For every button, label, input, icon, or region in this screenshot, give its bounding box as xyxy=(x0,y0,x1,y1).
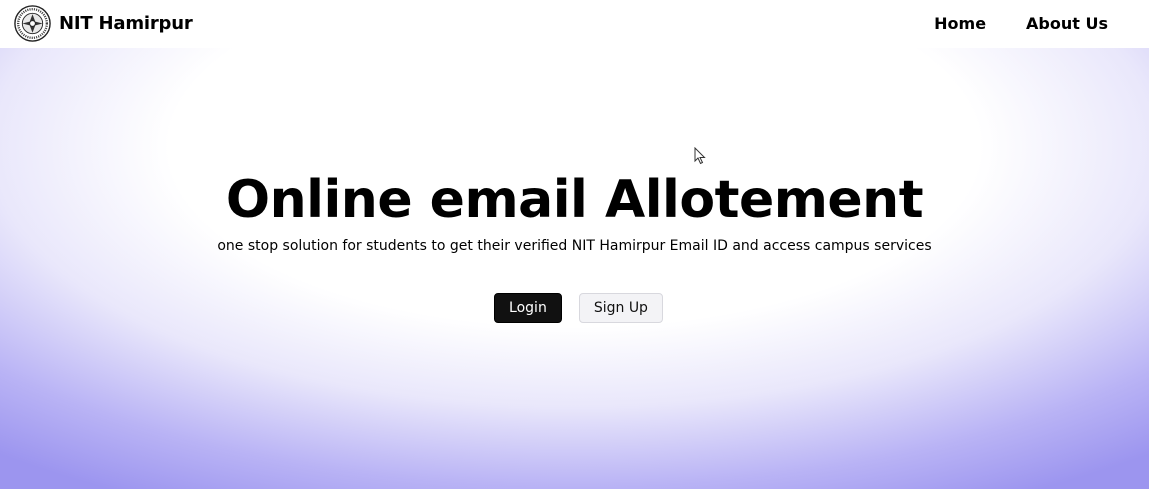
nav-home-link[interactable]: Home xyxy=(934,14,986,33)
hero-section: Online email Allotement one stop solutio… xyxy=(0,170,1149,323)
nav-about-link[interactable]: About Us xyxy=(1026,14,1108,33)
page-title: Online email Allotement xyxy=(225,170,924,230)
login-button[interactable]: Login xyxy=(494,293,562,323)
brand-name: NIT Hamirpur xyxy=(59,13,193,34)
top-navbar: NIT Hamirpur Home About Us xyxy=(0,0,1149,48)
institute-seal-icon xyxy=(14,5,51,42)
hero-actions: Login Sign Up xyxy=(0,293,1149,323)
hero-subtitle: one stop solution for students to get th… xyxy=(217,238,932,254)
nav-links: Home About Us xyxy=(934,14,1108,33)
brand[interactable]: NIT Hamirpur xyxy=(14,5,193,42)
signup-button[interactable]: Sign Up xyxy=(578,293,663,323)
mouse-cursor-icon xyxy=(694,147,706,165)
